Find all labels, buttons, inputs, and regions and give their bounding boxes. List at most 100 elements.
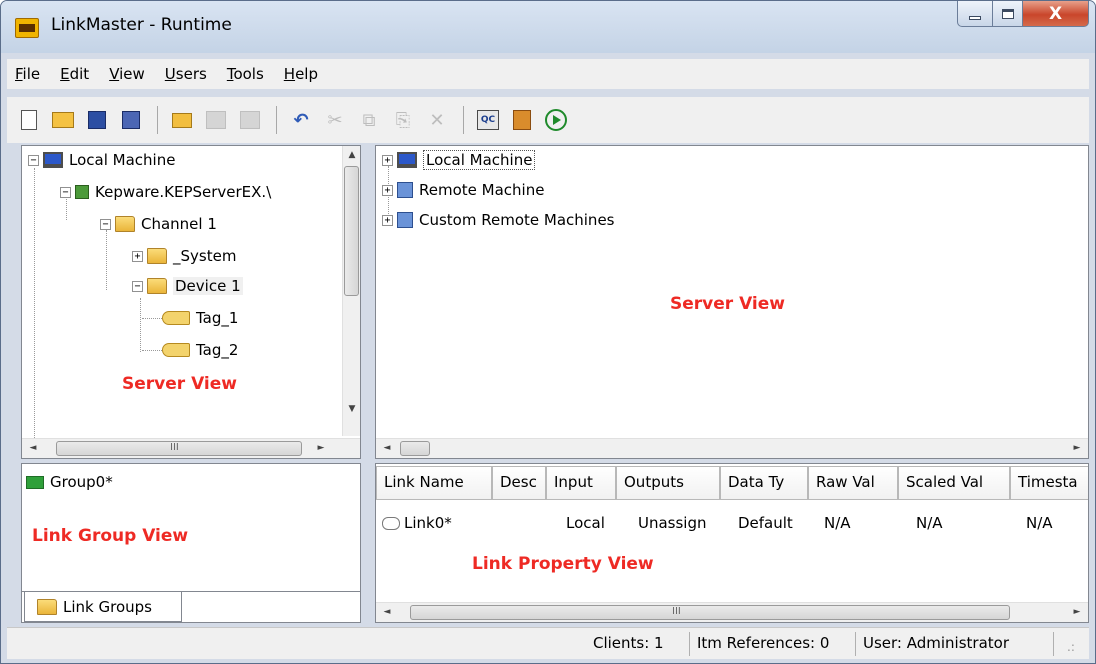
scroll-right-icon[interactable]: ►: [1068, 603, 1086, 621]
link-property-pane[interactable]: Link Name Desc Input Outputs Data Ty Raw…: [375, 463, 1089, 623]
menu-tools[interactable]: Tools: [227, 65, 264, 83]
properties-icon: [240, 111, 260, 129]
link-icon: [206, 111, 226, 129]
computer-icon: [397, 152, 417, 168]
scroll-thumb[interactable]: [344, 166, 359, 296]
runtime-button[interactable]: [544, 109, 568, 131]
cut-button[interactable]: ✂: [323, 109, 347, 131]
scroll-grip-icon: III: [170, 442, 179, 453]
tree-item-tag-1[interactable]: Tag_1: [142, 306, 238, 330]
group-folder-icon: [26, 475, 44, 489]
scroll-right-icon[interactable]: ►: [312, 439, 330, 457]
status-clients: Clients: 1: [593, 634, 664, 652]
link-icon: [382, 516, 400, 530]
delete-button[interactable]: ✕: [425, 109, 449, 131]
tree-item-channel[interactable]: − Channel 1: [100, 212, 217, 236]
title-bar[interactable]: LinkMaster - Runtime X: [1, 1, 1095, 53]
menu-help[interactable]: Help: [284, 65, 318, 83]
collapse-icon[interactable]: −: [132, 280, 143, 292]
tree-item-device[interactable]: − Device 1: [132, 274, 243, 298]
minimize-button[interactable]: [957, 1, 993, 27]
link-property-view-label: Link Property View: [472, 554, 654, 574]
tree-item-local-machine[interactable]: − Local Machine: [28, 148, 175, 172]
expand-icon[interactable]: +: [382, 214, 393, 226]
menu-edit[interactable]: Edit: [60, 65, 89, 83]
menu-users[interactable]: Users: [165, 65, 207, 83]
collapse-icon[interactable]: −: [60, 186, 71, 198]
app-logo-icon: [15, 18, 39, 38]
collapse-icon[interactable]: −: [100, 218, 111, 230]
save-icon: [88, 111, 106, 129]
expand-icon[interactable]: +: [382, 184, 393, 196]
quick-client-icon: QC: [477, 110, 499, 130]
scroll-right-icon[interactable]: ►: [1068, 439, 1086, 457]
scroll-thumb[interactable]: [410, 605, 1010, 620]
save-button[interactable]: [85, 109, 109, 131]
column-raw-value[interactable]: Raw Val: [808, 466, 898, 500]
column-link-name[interactable]: Link Name: [376, 466, 492, 500]
close-button[interactable]: X: [1023, 1, 1089, 27]
copy-button[interactable]: ⧉: [357, 109, 381, 131]
save-as-button[interactable]: [119, 109, 143, 131]
expand-icon[interactable]: +: [132, 250, 143, 262]
undo-button[interactable]: ↶: [289, 109, 313, 131]
tab-link-groups[interactable]: Link Groups: [24, 592, 182, 622]
properties-button[interactable]: [510, 109, 534, 131]
menu-view[interactable]: View: [109, 65, 145, 83]
menu-file[interactable]: File: [15, 65, 40, 83]
server-item-remote-machine[interactable]: + Remote Machine: [382, 178, 544, 202]
link-group-view-label: Link Group View: [32, 526, 189, 546]
server-tree-pane[interactable]: − Local Machine − Kepware.KEPServerEX.\ …: [21, 145, 361, 459]
app-window: LinkMaster - Runtime X File Edit View Us…: [0, 0, 1096, 664]
scroll-left-icon[interactable]: ◄: [378, 603, 396, 621]
new-button[interactable]: [17, 109, 41, 131]
column-outputs[interactable]: Outputs: [616, 466, 720, 500]
cell-scaled-value: N/A: [916, 514, 943, 532]
quick-client-button[interactable]: QC: [476, 109, 500, 131]
horizontal-scrollbar[interactable]: ◄ III ►: [22, 438, 360, 458]
server-icon: [75, 185, 89, 199]
paste-button[interactable]: ⎘: [391, 109, 415, 131]
column-input[interactable]: Input: [546, 466, 616, 500]
new-group-button[interactable]: [170, 109, 194, 131]
window-controls: X: [957, 1, 1089, 29]
folder-icon: [37, 598, 57, 615]
link-group-pane[interactable]: Group0* Link Group View Link Groups: [21, 463, 361, 623]
scroll-grip-icon: III: [672, 606, 681, 617]
scroll-left-icon[interactable]: ◄: [378, 439, 396, 457]
resize-grip-icon[interactable]: .:: [1067, 640, 1075, 654]
folder-icon: [147, 248, 167, 264]
network-icon: [397, 212, 413, 228]
server-view-pane[interactable]: + Local Machine + Remote Machine + Custo…: [375, 145, 1089, 459]
scroll-thumb[interactable]: [56, 441, 302, 456]
horizontal-scrollbar[interactable]: ◄ ►: [376, 438, 1088, 458]
server-view-label: Server View: [122, 374, 237, 394]
close-icon: X: [1048, 3, 1063, 24]
minimize-icon: [969, 15, 981, 20]
scroll-thumb[interactable]: [400, 441, 430, 456]
tree-item-tag-2[interactable]: Tag_2: [142, 338, 238, 362]
tree-item-system[interactable]: + _System: [132, 244, 236, 268]
column-scaled-value[interactable]: Scaled Val: [898, 466, 1010, 500]
open-button[interactable]: [51, 109, 75, 131]
collapse-icon[interactable]: −: [28, 154, 39, 166]
tree-item-kepserver[interactable]: − Kepware.KEPServerEX.\: [60, 180, 271, 204]
new-link-button[interactable]: [204, 109, 228, 131]
column-timestamp[interactable]: Timesta: [1010, 466, 1088, 500]
server-item-custom-remote[interactable]: + Custom Remote Machines: [382, 208, 614, 232]
tag-icon: [162, 311, 190, 325]
vertical-scrollbar[interactable]: ▲ ▼: [342, 146, 360, 436]
properties-disabled-button[interactable]: [238, 109, 262, 131]
expand-icon[interactable]: +: [382, 154, 393, 166]
server-item-local-machine[interactable]: + Local Machine: [382, 148, 536, 172]
toolbar-separator: [157, 106, 158, 134]
scroll-left-icon[interactable]: ◄: [24, 439, 42, 457]
maximize-button[interactable]: [993, 1, 1023, 27]
cell-input: Local: [566, 514, 605, 532]
link-group-item[interactable]: Group0*: [26, 470, 113, 494]
scroll-up-icon[interactable]: ▲: [343, 146, 360, 164]
scroll-down-icon[interactable]: ▼: [343, 400, 360, 418]
column-data-type[interactable]: Data Ty: [720, 466, 808, 500]
column-desc[interactable]: Desc: [492, 466, 546, 500]
horizontal-scrollbar[interactable]: ◄ III ►: [376, 602, 1088, 622]
